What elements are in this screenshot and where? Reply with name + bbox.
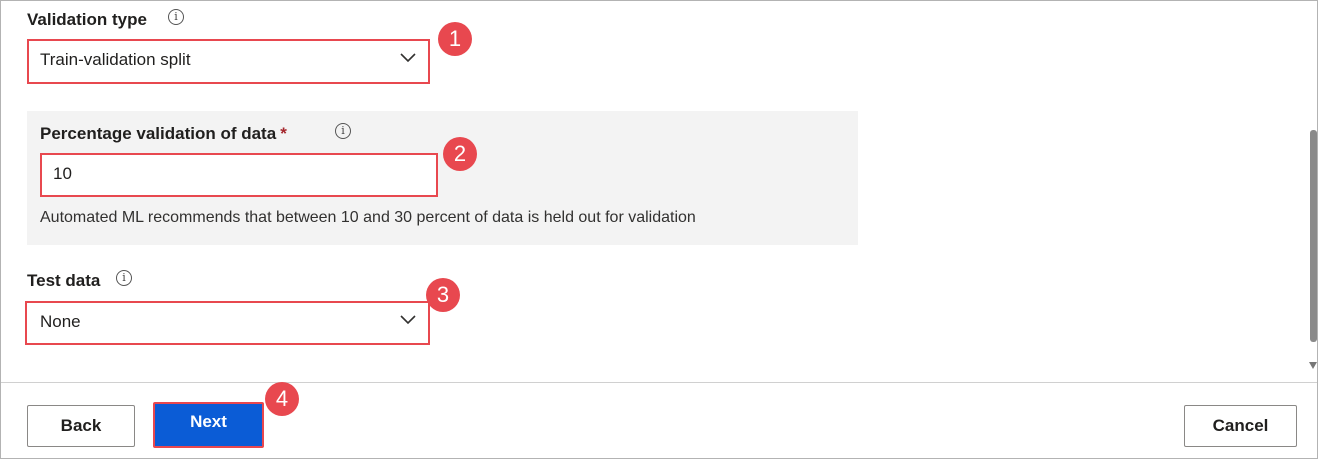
info-icon[interactable]: i [116, 270, 132, 286]
chevron-down-icon [400, 315, 416, 325]
footer-divider [1, 382, 1317, 383]
info-icon[interactable]: i [335, 123, 351, 139]
validation-type-value: Train-validation split [40, 50, 191, 69]
next-button[interactable]: Next [153, 402, 264, 448]
scrollbar-thumb[interactable] [1310, 130, 1317, 342]
info-icon[interactable]: i [168, 9, 184, 25]
percentage-validation-value: 10 [53, 164, 72, 183]
percentage-validation-label-text: Percentage validation of data [40, 124, 277, 143]
step-badge-3: 3 [426, 278, 460, 312]
percentage-validation-label: Percentage validation of data * [40, 124, 287, 144]
scroll-down-arrow-icon[interactable] [1309, 362, 1317, 369]
validation-type-label: Validation type [27, 10, 147, 29]
back-button[interactable]: Back [27, 405, 135, 447]
cancel-button[interactable]: Cancel [1184, 405, 1297, 447]
required-marker: * [280, 124, 287, 143]
test-data-dropdown[interactable]: None [25, 301, 430, 345]
percentage-validation-input[interactable]: 10 [40, 153, 438, 197]
validation-type-dropdown[interactable]: Train-validation split [27, 39, 430, 84]
test-data-value: None [40, 312, 81, 331]
step-badge-1: 1 [438, 22, 472, 56]
step-badge-4: 4 [265, 382, 299, 416]
chevron-down-icon [400, 53, 416, 63]
percentage-validation-hint: Automated ML recommends that between 10 … [40, 209, 696, 226]
test-data-label: Test data [27, 271, 101, 290]
step-badge-2: 2 [443, 137, 477, 171]
